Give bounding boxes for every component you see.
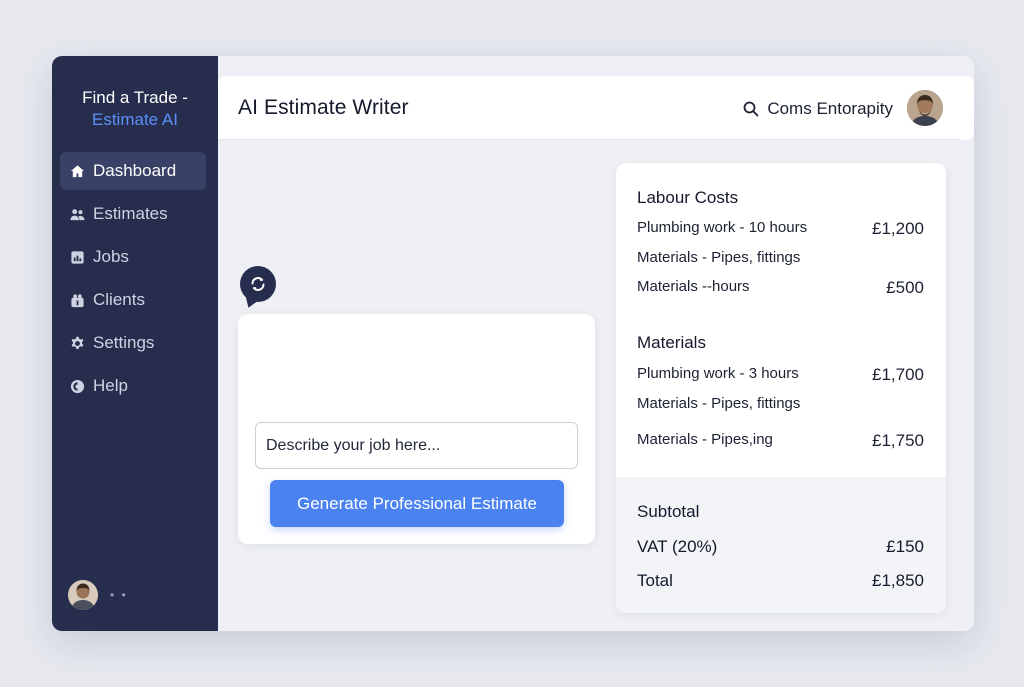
- line-amount: £1,700: [872, 365, 924, 384]
- sidebar-item-label: Jobs: [93, 247, 129, 266]
- list-item: Materials --hours £500: [637, 278, 924, 298]
- refresh-icon: [251, 277, 265, 291]
- list-item: Materials - Pipes, fittings: [637, 249, 924, 266]
- user-avatar-icon: [68, 580, 98, 610]
- line-amount: £1,750: [872, 431, 924, 450]
- account-name: Coms Entorapity: [767, 99, 893, 118]
- sidebar-item-label: Clients: [93, 290, 145, 309]
- vat-label: VAT (20%): [637, 537, 718, 556]
- line-description: Materials --hours: [637, 278, 750, 295]
- gear-icon: [71, 336, 84, 349]
- search-icon: [743, 101, 759, 117]
- app-window: Find a Trade - Estimate AI Dashboard Est…: [52, 56, 974, 631]
- account-search[interactable]: Coms Entorapity: [743, 99, 893, 119]
- sidebar: Find a Trade - Estimate AI Dashboard Est…: [52, 56, 218, 631]
- sidebar-item-settings[interactable]: Settings: [60, 324, 206, 362]
- generate-estimate-button[interactable]: Generate Professional Estimate: [270, 480, 564, 527]
- help-icon: [70, 379, 85, 393]
- sidebar-item-label: Estimates: [93, 204, 168, 223]
- brand-line-1: Find a Trade -: [82, 88, 188, 107]
- sidebar-item-label: Settings: [93, 333, 155, 352]
- brand-logo[interactable]: Find a Trade - Estimate AI: [52, 87, 218, 131]
- client-icon: [71, 293, 84, 307]
- line-description: Materials - Pipes,ing: [637, 431, 773, 448]
- sidebar-item-label: Dashboard: [93, 161, 177, 180]
- sidebar-item-label: Help: [93, 376, 128, 395]
- line-amount: £500: [886, 278, 924, 297]
- sidebar-item-dashboard[interactable]: Dashboard: [60, 152, 206, 190]
- total-label: Total: [637, 571, 673, 590]
- sidebar-item-estimates[interactable]: Estimates: [60, 195, 206, 233]
- sidebar-item-help[interactable]: Help: [60, 367, 206, 405]
- estimate-summary: Subtotal VAT (20%) £150 Total £1,850: [616, 477, 946, 613]
- page-title: AI Estimate Writer: [238, 96, 409, 119]
- job-compose-card: Generate Professional Estimate: [238, 314, 595, 544]
- user-menu-dots[interactable]: • •: [110, 588, 128, 602]
- ai-chat-button[interactable]: [240, 266, 276, 302]
- section-title: Materials: [637, 333, 706, 352]
- brand-line-2: Estimate AI: [92, 110, 178, 129]
- subtotal-row: Subtotal: [637, 502, 924, 522]
- line-description: Materials - Pipes, fittings: [637, 249, 801, 266]
- list-item: Materials - Pipes,ing £1,750: [637, 431, 924, 451]
- sidebar-item-clients[interactable]: Clients: [60, 281, 206, 319]
- vat-amount: £150: [886, 537, 924, 556]
- line-description: Plumbing work - 3 hours: [637, 365, 799, 382]
- avatar[interactable]: [68, 580, 98, 610]
- estimate-breakdown-card: Labour Costs Plumbing work - 10 hours £1…: [616, 163, 946, 613]
- list-item: Plumbing work - 3 hours £1,700: [637, 365, 924, 385]
- sidebar-nav: Dashboard Estimates Jobs Clients Setting…: [60, 152, 206, 410]
- section-title: Labour Costs: [637, 188, 739, 207]
- line-description: Materials - Pipes, fittings: [637, 395, 801, 412]
- line-amount: £1,200: [872, 219, 924, 238]
- total-amount: £1,850: [872, 571, 924, 590]
- header-edge: [959, 76, 974, 140]
- line-description: Plumbing work - 10 hours: [637, 219, 808, 236]
- list-item: Plumbing work - 10 hours £1,200: [637, 219, 924, 239]
- avatar[interactable]: [907, 90, 943, 126]
- home-icon: [70, 164, 85, 177]
- user-avatar-icon: [907, 90, 943, 126]
- sidebar-user[interactable]: • •: [68, 580, 128, 610]
- briefcase-icon: [71, 250, 84, 264]
- job-description-input[interactable]: [255, 422, 578, 469]
- subtotal-label: Subtotal: [637, 502, 700, 521]
- total-row: Total £1,850: [637, 571, 924, 591]
- list-item: Materials - Pipes, fittings: [637, 395, 924, 412]
- vat-row: VAT (20%) £150: [637, 537, 924, 557]
- sidebar-item-jobs[interactable]: Jobs: [60, 238, 206, 276]
- top-header: AI Estimate Writer Coms Entorapity: [218, 76, 959, 140]
- users-icon: [70, 208, 85, 220]
